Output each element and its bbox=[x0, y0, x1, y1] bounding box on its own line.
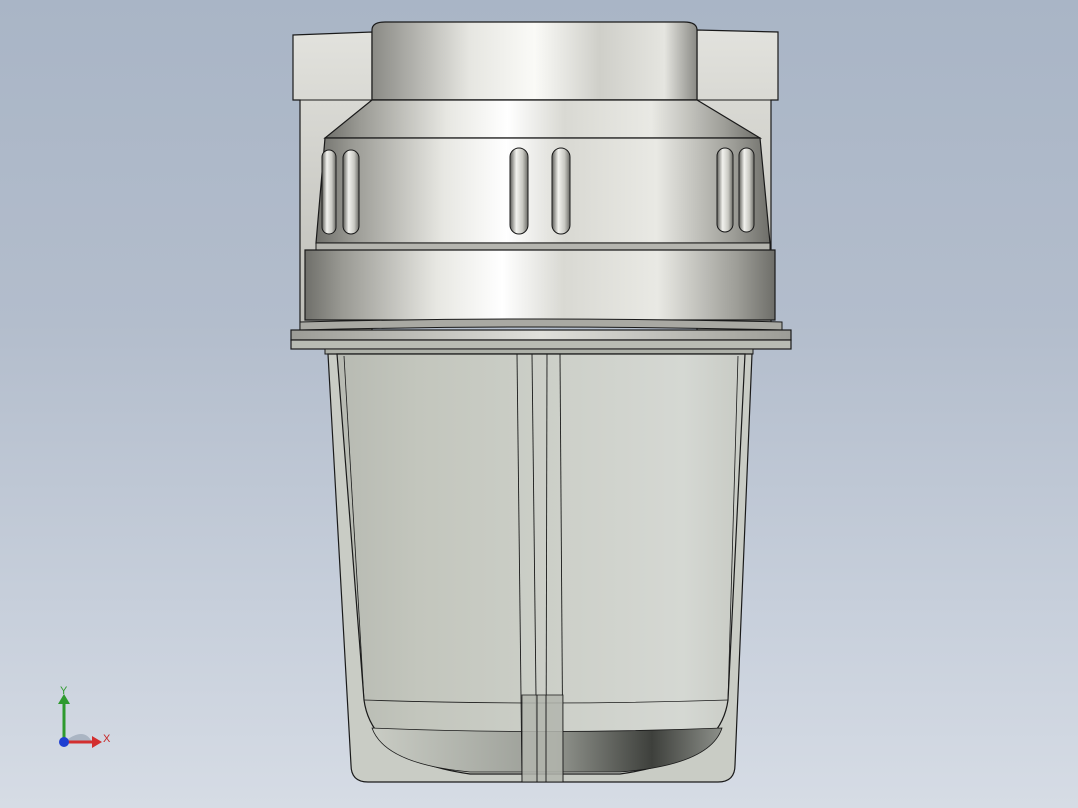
flange-ring bbox=[290, 318, 792, 355]
filter-housing-model[interactable] bbox=[0, 0, 1078, 808]
cap-grip-band bbox=[315, 137, 771, 244]
graphics-viewport[interactable]: Y X bbox=[0, 0, 1078, 808]
axis-y-label: Y bbox=[60, 685, 68, 697]
coordinate-triad: Y X bbox=[50, 686, 120, 756]
axis-x-label: X bbox=[103, 733, 111, 745]
cap-top bbox=[371, 21, 698, 101]
cap-shoulder bbox=[323, 99, 763, 139]
cap-skirt bbox=[304, 242, 776, 321]
